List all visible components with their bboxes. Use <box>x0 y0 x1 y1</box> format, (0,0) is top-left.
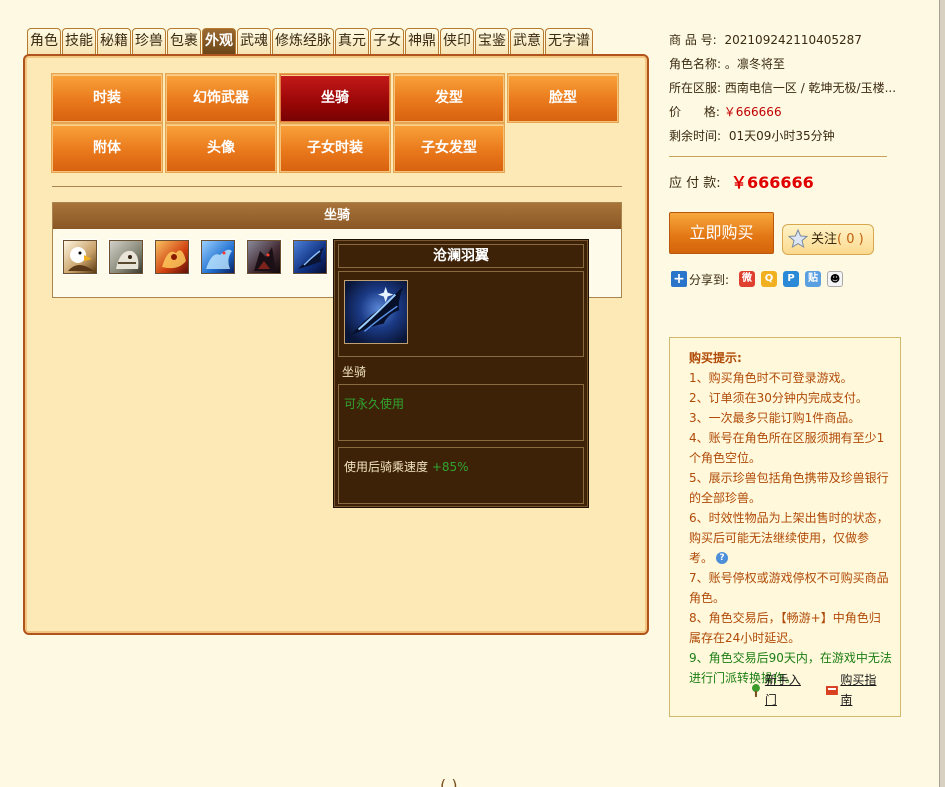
qzone-share-icon[interactable]: Q <box>761 271 778 287</box>
purchase-guide-label: 购买指南 <box>840 673 877 707</box>
payable-label: 应 付 款: <box>669 176 721 191</box>
mount-list-title: 坐骑 <box>53 203 621 229</box>
tooltip-effect-label: 使用后骑乘速度 <box>344 460 429 474</box>
follow-count: ( 0 ) <box>837 232 864 247</box>
tab-manuals[interactable]: 秘籍 <box>97 28 131 55</box>
help-icon[interactable]: ? <box>716 552 729 564</box>
item-number-row: 商 品 号: 20210924211040528​7 <box>669 31 862 48</box>
fire-beast-mount-icon[interactable] <box>155 240 189 274</box>
item-number-value: 20210924211040528​7 <box>724 33 862 47</box>
buy-now-button[interactable]: 立即购买 <box>669 212 774 254</box>
tieba-share-icon[interactable]: 贴 <box>805 271 822 287</box>
purchase-tips-box: 购买提示: 1、购买角色时不可登录游戏。 2、订单须在30分钟内完成支付。 3、… <box>669 337 901 717</box>
remaining-time-row: 剩余时间: 01天09小时35分钟 <box>669 127 835 144</box>
tab-appearance[interactable]: 外观 <box>202 28 236 55</box>
book-icon <box>825 686 838 695</box>
share-label: 分享到: <box>689 272 730 287</box>
qq-share-icon[interactable]: ☻ <box>827 271 844 287</box>
star-icon <box>788 229 808 249</box>
remaining-time-value: 01天09小时35分钟 <box>728 129 835 143</box>
tips-title: 购买提示: <box>689 351 742 365</box>
category-face[interactable]: 脸型 <box>508 74 618 122</box>
category-avatar[interactable]: 头像 <box>166 124 276 172</box>
tab-martial-soul[interactable]: 武魂 <box>237 28 271 55</box>
blue-wing-mount-icon[interactable] <box>293 240 327 274</box>
tab-role[interactable]: 角色 <box>27 28 61 55</box>
tab-children[interactable]: 子女 <box>370 28 404 55</box>
tip-item: 8、角色交易后，【畅游+】中角色归属存在24小时延迟。 <box>689 611 881 645</box>
weibo-share-icon[interactable]: 微 <box>739 271 756 287</box>
eagle-mount-icon[interactable] <box>63 240 97 274</box>
price-value: ￥666666 <box>723 105 782 119</box>
category-fashion[interactable]: 时装 <box>52 74 162 122</box>
tip-item: 4、账号在角色所在区服须拥有至少1个角色空位。 <box>689 431 885 465</box>
category-weapon-skin[interactable]: 幻饰武器 <box>166 74 276 122</box>
tip-item: 7、账号停权或游戏停权不可购买商品角色。 <box>689 571 889 605</box>
tooltip-item-name: 沧澜羽翼 <box>338 244 584 268</box>
item-tooltip: 沧澜羽翼 坐骑 可永久使用 使用后骑乘速度 +85% <box>334 240 588 507</box>
divider <box>52 186 622 187</box>
tab-true-essence[interactable]: 真元 <box>335 28 369 55</box>
tab-bar: 角色 技能 秘籍 珍兽 包裹 外观 武魂 修炼经脉 真元 子女 神鼎 侠印 宝鉴… <box>27 28 594 55</box>
newbie-guide-label: 新手入门 <box>764 673 801 707</box>
category-child-hairstyle[interactable]: 子女发型 <box>394 124 504 172</box>
tooltip-effect: 使用后骑乘速度 +85% <box>338 447 584 504</box>
window-scroll-edge <box>939 0 945 787</box>
tips-links: 新手入门 购买指南 <box>749 670 900 710</box>
share-bar: + 分享到: 微 Q P 贴 ☻ <box>671 270 844 288</box>
tab-pets[interactable]: 珍兽 <box>132 28 166 55</box>
remaining-time-label: 剩余时间: <box>669 129 722 143</box>
item-number-label: 商 品 号: <box>669 33 717 47</box>
blue-wing-item-image <box>344 280 408 344</box>
server-value: 西南电信一区 / 乾坤无极/玉楼... <box>724 81 897 95</box>
category-child-fashion[interactable]: 子女时装 <box>280 124 390 172</box>
follow-label: 关注 <box>811 232 838 247</box>
tip-item-with-help: 6、时效性物品为上架出售时的状态，购买后可能无法继续使用，仅做参考。? <box>689 508 892 568</box>
price-row: 价 格: ￥666666 <box>669 103 782 120</box>
role-name-label: 角色名称: <box>669 57 722 71</box>
category-mount[interactable]: 坐骑 <box>280 74 390 122</box>
tab-treasure-mirror[interactable]: 宝鉴 <box>475 28 509 55</box>
tip-item: 1、购买角色时不可登录游戏。 <box>689 371 853 385</box>
white-tiger-mount-icon[interactable] <box>109 240 143 274</box>
tip-item: 2、订单须在30分钟内完成支付。 <box>689 391 868 405</box>
purchase-guide-link[interactable]: 购买指南 <box>825 670 889 710</box>
tab-divine-cauldron[interactable]: 神鼎 <box>405 28 439 55</box>
category-hairstyle[interactable]: 发型 <box>394 74 504 122</box>
tooltip-item-type: 坐骑 <box>342 365 367 379</box>
share-plus-icon[interactable]: + <box>671 271 687 287</box>
server-row: 所在区服: 西南电信一区 / 乾坤无极/玉楼... <box>669 79 896 96</box>
tip-item: 3、一次最多只能订购1件商品。 <box>689 411 861 425</box>
payable-amount: ￥666666 <box>731 173 814 192</box>
tooltip-duration: 可永久使用 <box>338 384 584 441</box>
follow-button[interactable]: 关注( 0 ) <box>782 224 874 255</box>
tab-wordless-manual[interactable]: 无字谱 <box>545 28 593 55</box>
price-label: 价 格: <box>669 105 720 119</box>
tab-hero-seal[interactable]: 侠印 <box>440 28 474 55</box>
role-name-value: 。凛冬将至 <box>724 57 785 71</box>
info-divider <box>669 156 887 157</box>
tooltip-effect-value: +85% <box>431 460 469 474</box>
tab-bag[interactable]: 包裹 <box>167 28 201 55</box>
role-name-row: 角色名称: 。凛冬将至 <box>669 55 785 72</box>
category-attachment[interactable]: 附体 <box>52 124 162 172</box>
tab-martial-intent[interactable]: 武意 <box>510 28 544 55</box>
dark-dragon-mount-icon[interactable] <box>247 240 281 274</box>
pagination-partial: ( ) <box>440 776 458 787</box>
blue-dragon-mount-icon[interactable] <box>201 240 235 274</box>
tooltip-image-box <box>338 271 584 357</box>
tree-icon <box>751 684 760 697</box>
tab-meridians[interactable]: 修炼经脉 <box>272 28 334 55</box>
tip-item: 5、展示珍兽包括角色携带及珍兽银行的全部珍兽。 <box>689 471 889 505</box>
newbie-guide-link[interactable]: 新手入门 <box>749 670 813 710</box>
tab-skills[interactable]: 技能 <box>62 28 96 55</box>
qq-weibo-share-icon[interactable]: P <box>783 271 800 287</box>
server-label: 所在区服: <box>669 81 722 95</box>
